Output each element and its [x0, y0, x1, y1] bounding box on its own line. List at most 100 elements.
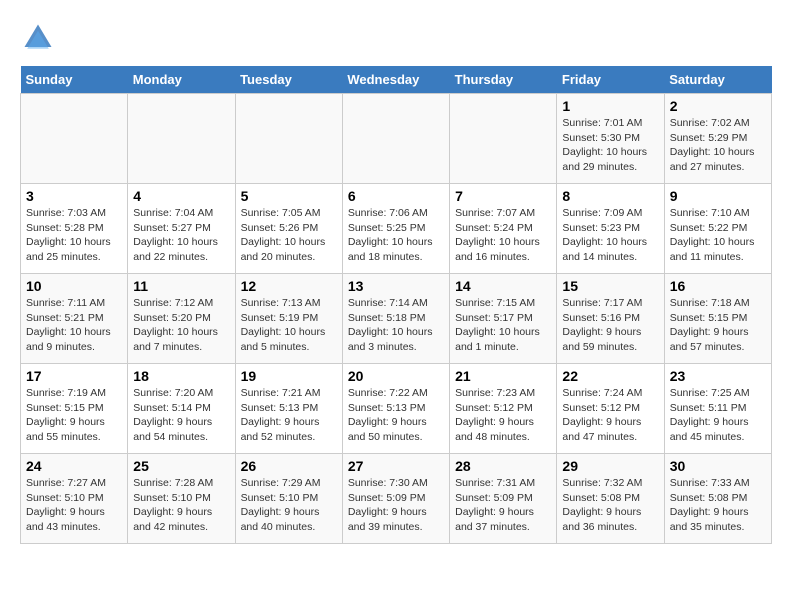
calendar-cell: 4Sunrise: 7:04 AMSunset: 5:27 PMDaylight… [128, 184, 235, 274]
calendar-cell: 22 Sunrise: 7:24 AMSunset: 5:12 PMDayligh… [557, 364, 664, 454]
calendar-cell: 30 Sunrise: 7:33 AMSunset: 5:08 PMDayligh… [664, 454, 771, 544]
calendar-cell: 29Sunrise: 7:32 AMSunset: 5:08 PMDayligh… [557, 454, 664, 544]
calendar-cell: 12 Sunrise: 7:13 AMSunset: 5:19 PMDayligh… [235, 274, 342, 364]
calendar-week-4: 17 Sunrise: 7:19 AMSunset: 5:15 PMDayligh… [21, 364, 772, 454]
day-info: Sunrise: 7:04 AMSunset: 5:27 PMDaylight:… [133, 206, 229, 265]
day-info: Sunrise: 7:31 AMSunset: 5:09 PMDaylight:… [455, 476, 551, 535]
calendar-cell: 19Sunrise: 7:21 AMSunset: 5:13 PMDayligh… [235, 364, 342, 454]
calendar-cell: 23 Sunrise: 7:25 AMSunset: 5:11 PMDayligh… [664, 364, 771, 454]
day-info: Sunrise: 7:18 AMSunset: 5:15 PMDaylight:… [670, 296, 766, 355]
calendar-cell [128, 94, 235, 184]
calendar-cell: 8 Sunrise: 7:09 AMSunset: 5:23 PMDaylight… [557, 184, 664, 274]
calendar-cell: 13 Sunrise: 7:14 AMSunset: 5:18 PMDayligh… [342, 274, 449, 364]
day-number: 12 [241, 278, 337, 294]
day-info: Sunrise: 7:06 AMSunset: 5:25 PMDaylight:… [348, 206, 444, 265]
calendar-cell: 9 Sunrise: 7:10 AMSunset: 5:22 PMDaylight… [664, 184, 771, 274]
calendar-cell: 11 Sunrise: 7:12 AMSunset: 5:20 PMDayligh… [128, 274, 235, 364]
day-number: 16 [670, 278, 766, 294]
day-number: 6 [348, 188, 444, 204]
calendar-cell [21, 94, 128, 184]
day-info: Sunrise: 7:19 AMSunset: 5:15 PMDaylight:… [26, 386, 122, 445]
day-number: 10 [26, 278, 122, 294]
day-number: 23 [670, 368, 766, 384]
day-info: Sunrise: 7:15 AMSunset: 5:17 PMDaylight:… [455, 296, 551, 355]
logo [20, 20, 62, 56]
day-number: 26 [241, 458, 337, 474]
calendar-cell: 3Sunrise: 7:03 AMSunset: 5:28 PMDaylight… [21, 184, 128, 274]
day-number: 27 [348, 458, 444, 474]
calendar-cell: 28 Sunrise: 7:31 AMSunset: 5:09 PMDayligh… [450, 454, 557, 544]
calendar-week-3: 10Sunrise: 7:11 AMSunset: 5:21 PMDayligh… [21, 274, 772, 364]
calendar-header-row: SundayMondayTuesdayWednesdayThursdayFrid… [21, 66, 772, 94]
calendar-cell: 24 Sunrise: 7:27 AMSunset: 5:10 PMDayligh… [21, 454, 128, 544]
day-number: 2 [670, 98, 766, 114]
day-number: 18 [133, 368, 229, 384]
day-info: Sunrise: 7:14 AMSunset: 5:18 PMDaylight:… [348, 296, 444, 355]
day-info: Sunrise: 7:30 AMSunset: 5:09 PMDaylight:… [348, 476, 444, 535]
day-number: 11 [133, 278, 229, 294]
header-thursday: Thursday [450, 66, 557, 94]
calendar-cell: 20Sunrise: 7:22 AMSunset: 5:13 PMDayligh… [342, 364, 449, 454]
day-info: Sunrise: 7:17 AMSunset: 5:16 PMDaylight:… [562, 296, 658, 355]
calendar-cell [342, 94, 449, 184]
day-info: Sunrise: 7:20 AMSunset: 5:14 PMDaylight:… [133, 386, 229, 445]
day-info: Sunrise: 7:07 AMSunset: 5:24 PMDaylight:… [455, 206, 551, 265]
day-info: Sunrise: 7:25 AMSunset: 5:11 PMDaylight:… [670, 386, 766, 445]
calendar-cell: 10Sunrise: 7:11 AMSunset: 5:21 PMDayligh… [21, 274, 128, 364]
calendar-cell: 5 Sunrise: 7:05 AMSunset: 5:26 PMDaylight… [235, 184, 342, 274]
page-header [20, 20, 772, 56]
day-number: 25 [133, 458, 229, 474]
calendar-cell: 17 Sunrise: 7:19 AMSunset: 5:15 PMDayligh… [21, 364, 128, 454]
day-info: Sunrise: 7:33 AMSunset: 5:08 PMDaylight:… [670, 476, 766, 535]
day-info: Sunrise: 7:05 AMSunset: 5:26 PMDaylight:… [241, 206, 337, 265]
day-info: Sunrise: 7:01 AMSunset: 5:30 PMDaylight:… [562, 116, 658, 175]
header-sunday: Sunday [21, 66, 128, 94]
day-number: 8 [562, 188, 658, 204]
day-number: 29 [562, 458, 658, 474]
day-number: 19 [241, 368, 337, 384]
day-info: Sunrise: 7:09 AMSunset: 5:23 PMDaylight:… [562, 206, 658, 265]
calendar-cell: 18 Sunrise: 7:20 AMSunset: 5:14 PMDayligh… [128, 364, 235, 454]
calendar-cell: 21 Sunrise: 7:23 AMSunset: 5:12 PMDayligh… [450, 364, 557, 454]
day-info: Sunrise: 7:02 AMSunset: 5:29 PMDaylight:… [670, 116, 766, 175]
day-info: Sunrise: 7:12 AMSunset: 5:20 PMDaylight:… [133, 296, 229, 355]
day-info: Sunrise: 7:27 AMSunset: 5:10 PMDaylight:… [26, 476, 122, 535]
header-saturday: Saturday [664, 66, 771, 94]
day-number: 24 [26, 458, 122, 474]
calendar-cell: 1 Sunrise: 7:01 AMSunset: 5:30 PMDaylight… [557, 94, 664, 184]
day-number: 28 [455, 458, 551, 474]
calendar-cell: 26 Sunrise: 7:29 AMSunset: 5:10 PMDayligh… [235, 454, 342, 544]
day-info: Sunrise: 7:29 AMSunset: 5:10 PMDaylight:… [241, 476, 337, 535]
day-info: Sunrise: 7:10 AMSunset: 5:22 PMDaylight:… [670, 206, 766, 265]
day-number: 1 [562, 98, 658, 114]
day-number: 15 [562, 278, 658, 294]
calendar-week-2: 3Sunrise: 7:03 AMSunset: 5:28 PMDaylight… [21, 184, 772, 274]
day-number: 21 [455, 368, 551, 384]
calendar-week-5: 24 Sunrise: 7:27 AMSunset: 5:10 PMDayligh… [21, 454, 772, 544]
header-wednesday: Wednesday [342, 66, 449, 94]
day-number: 17 [26, 368, 122, 384]
calendar-cell: 25 Sunrise: 7:28 AMSunset: 5:10 PMDayligh… [128, 454, 235, 544]
header-friday: Friday [557, 66, 664, 94]
calendar-cell: 7 Sunrise: 7:07 AMSunset: 5:24 PMDaylight… [450, 184, 557, 274]
header-monday: Monday [128, 66, 235, 94]
calendar-cell [235, 94, 342, 184]
day-info: Sunrise: 7:24 AMSunset: 5:12 PMDaylight:… [562, 386, 658, 445]
day-number: 5 [241, 188, 337, 204]
calendar-week-1: 1 Sunrise: 7:01 AMSunset: 5:30 PMDaylight… [21, 94, 772, 184]
day-number: 22 [562, 368, 658, 384]
day-info: Sunrise: 7:28 AMSunset: 5:10 PMDaylight:… [133, 476, 229, 535]
calendar-cell: 6 Sunrise: 7:06 AMSunset: 5:25 PMDaylight… [342, 184, 449, 274]
day-number: 14 [455, 278, 551, 294]
day-number: 7 [455, 188, 551, 204]
day-info: Sunrise: 7:13 AMSunset: 5:19 PMDaylight:… [241, 296, 337, 355]
calendar-cell: 2 Sunrise: 7:02 AMSunset: 5:29 PMDaylight… [664, 94, 771, 184]
day-number: 13 [348, 278, 444, 294]
day-info: Sunrise: 7:23 AMSunset: 5:12 PMDaylight:… [455, 386, 551, 445]
day-number: 9 [670, 188, 766, 204]
day-number: 3 [26, 188, 122, 204]
calendar-table: SundayMondayTuesdayWednesdayThursdayFrid… [20, 66, 772, 544]
day-number: 30 [670, 458, 766, 474]
calendar-cell: 27 Sunrise: 7:30 AMSunset: 5:09 PMDayligh… [342, 454, 449, 544]
day-info: Sunrise: 7:22 AMSunset: 5:13 PMDaylight:… [348, 386, 444, 445]
